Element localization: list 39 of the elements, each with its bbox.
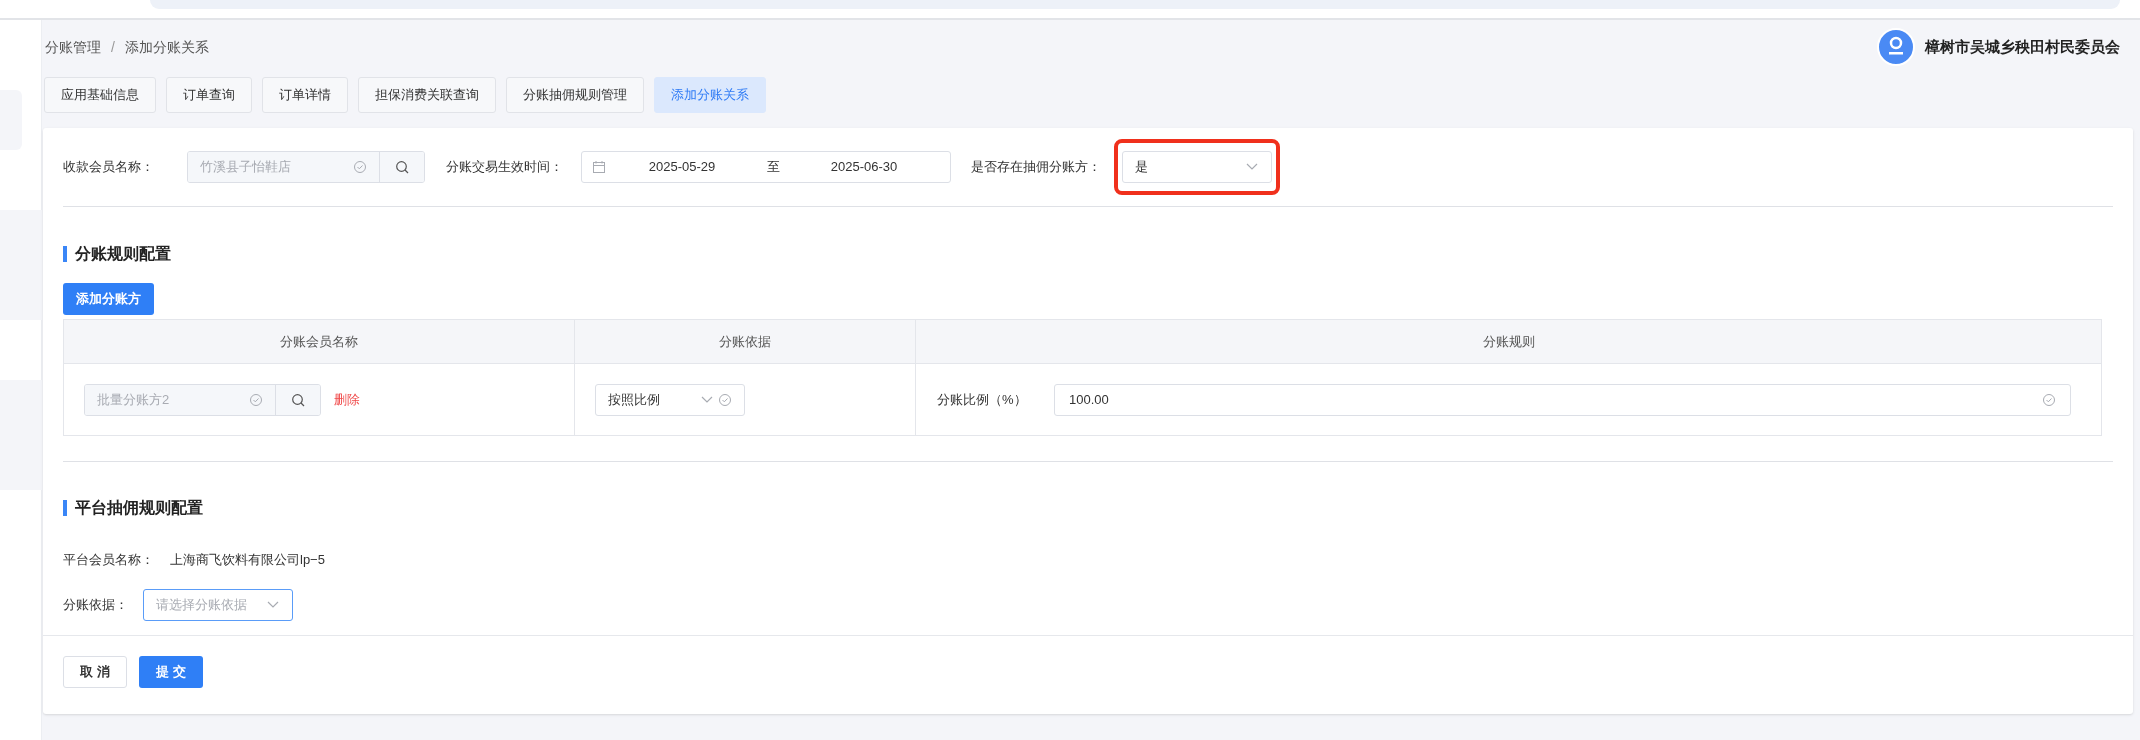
field-label: 分账比例（%） <box>937 390 1028 409</box>
section-marker <box>63 246 67 262</box>
tab[interactable]: 订单查询 <box>166 77 252 113</box>
ratio-input[interactable]: 100.00 <box>1054 383 2071 416</box>
column-header: 分账会员名称 <box>64 320 575 363</box>
user-name: 樟树市吴城乡秧田村民委员会 <box>1925 36 2120 57</box>
breadcrumb-item[interactable]: 添加分账关系 <box>124 36 209 58</box>
search-icon <box>395 160 409 174</box>
breadcrumb-separator: / <box>111 37 115 57</box>
check-circle-icon <box>2042 392 2056 407</box>
search-icon <box>291 392 305 407</box>
avatar-icon[interactable] <box>1877 28 1915 66</box>
basis-select[interactable]: 按照比例 <box>595 383 745 416</box>
field-label: 分账依据： <box>63 595 129 614</box>
column-header: 分账规则 <box>1481 332 1536 351</box>
tab[interactable]: 分账抽佣规则管理 <box>506 77 644 113</box>
check-circle-icon <box>249 392 263 407</box>
field-label: 收款会员名称： <box>63 158 155 177</box>
column-header: 分账依据 <box>575 320 916 363</box>
add-party-button[interactable]: 添加分账方 <box>63 283 154 315</box>
cancel-button[interactable]: 取 消 <box>63 655 127 688</box>
commission-select[interactable]: 是 <box>1122 151 1272 183</box>
field-label: 分账交易生效时间： <box>446 158 564 177</box>
calendar-icon <box>592 160 606 174</box>
section-title: 平台抽佣规则配置 <box>75 498 203 518</box>
field-label: 是否存在抽佣分账方： <box>971 158 1102 177</box>
check-circle-icon <box>353 160 367 174</box>
platform-member-name: 上海商飞饮料有限公司lp−5 <box>170 551 325 569</box>
tab[interactable]: 应用基础信息 <box>44 77 156 113</box>
breadcrumb-item[interactable]: 分账管理 <box>45 36 101 58</box>
section-title: 分账规则配置 <box>75 244 171 264</box>
date-range-field[interactable]: 2025-05-29 至 2025-06-30 <box>581 151 951 183</box>
field-label: 平台会员名称： <box>63 551 155 569</box>
tab[interactable]: 担保消费关联查询 <box>358 77 496 113</box>
section-marker <box>63 500 67 516</box>
delete-link[interactable]: 删除 <box>334 389 360 410</box>
check-circle-icon <box>718 392 732 407</box>
tab[interactable]: 订单详情 <box>262 77 348 113</box>
submit-button[interactable]: 提 交 <box>139 655 203 688</box>
